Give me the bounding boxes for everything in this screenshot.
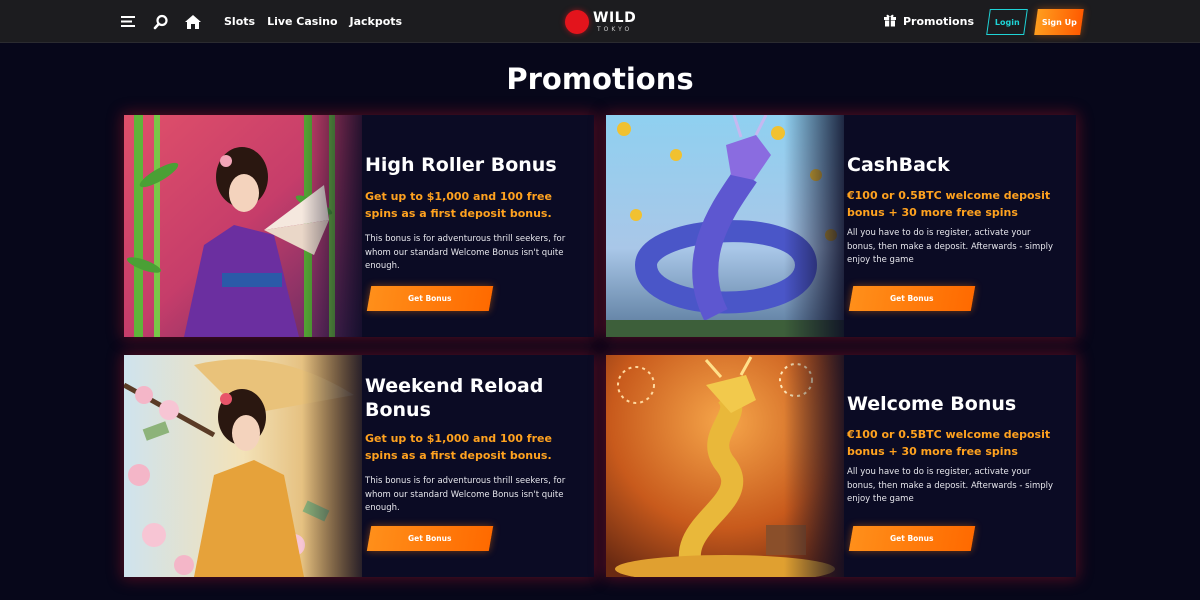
promotion-highlight: Get up to $1,000 and 100 free spins as a…	[365, 190, 552, 220]
cherry-blossom-geisha-artwork	[124, 355, 362, 577]
sign-up-label: Sign Up	[1041, 17, 1077, 26]
promotion-card-weekend-reload: Weekend Reload Bonus Get up to $1,000 an…	[124, 355, 594, 577]
promotion-title: CashBack	[847, 154, 950, 176]
logo-subtitle: TOKYO	[597, 26, 633, 33]
sign-up-button[interactable]: Sign Up	[1034, 8, 1084, 35]
golden-dragon-artwork	[606, 355, 844, 577]
promotion-card-cashback: CashBack €100 or 0.5BTC welcome deposit …	[606, 115, 1076, 337]
promotions-link[interactable]: Promotions	[883, 12, 974, 31]
top-navigation-bar: Slots Live Casino Jackpots WILD TOKYO Pr…	[0, 0, 1200, 43]
promotions-label: Promotions	[902, 15, 974, 28]
gift-icon	[883, 12, 897, 31]
nav-link-jackpots[interactable]: Jackpots	[350, 15, 403, 28]
get-bonus-button[interactable]: Get Bonus	[848, 526, 976, 551]
promotion-description: All you have to do is register, activate…	[847, 228, 1054, 265]
promotion-description: This bonus is for adventurous thrill see…	[365, 476, 566, 513]
promotion-card-body: Weekend Reload Bonus Get up to $1,000 an…	[365, 355, 587, 577]
get-bonus-label: Get Bonus	[408, 534, 452, 543]
get-bonus-button[interactable]: Get Bonus	[366, 286, 494, 311]
promotion-title: Weekend Reload Bonus	[365, 375, 544, 421]
nav-left-group: Slots Live Casino Jackpots	[118, 0, 404, 43]
page-title: Promotions	[506, 62, 694, 96]
promotion-card-body: High Roller Bonus Get up to $1,000 and 1…	[365, 115, 587, 337]
geisha-fan-artwork	[124, 115, 362, 337]
promotion-highlight: €100 or 0.5BTC welcome deposit bonus + 3…	[847, 428, 1051, 458]
wild-tokyo-logo[interactable]: WILD TOKYO	[565, 8, 636, 36]
logo-red-circle	[565, 10, 589, 34]
get-bonus-label: Get Bonus	[890, 294, 934, 303]
logo-text: WILD TOKYO	[593, 11, 636, 33]
login-button[interactable]: Login	[986, 8, 1028, 35]
nav-link-slots[interactable]: Slots	[224, 15, 255, 28]
promotion-card-high-roller: High Roller Bonus Get up to $1,000 and 1…	[124, 115, 594, 337]
nav-link-live-casino[interactable]: Live Casino	[267, 15, 337, 28]
promotion-highlight: Get up to $1,000 and 100 free spins as a…	[365, 432, 552, 462]
promotion-card-body: Welcome Bonus €100 or 0.5BTC welcome dep…	[847, 355, 1069, 577]
login-label: Login	[994, 17, 1020, 26]
promotion-title: Welcome Bonus	[847, 393, 1017, 415]
get-bonus-label: Get Bonus	[408, 294, 452, 303]
purple-dragon-artwork	[606, 115, 844, 337]
hamburger-menu-icon[interactable]	[118, 11, 140, 33]
search-icon[interactable]	[150, 11, 172, 33]
promotion-card-body: CashBack €100 or 0.5BTC welcome deposit …	[847, 115, 1069, 337]
promotion-highlight: €100 or 0.5BTC welcome deposit bonus + 3…	[847, 189, 1051, 219]
home-icon[interactable]	[182, 11, 204, 33]
get-bonus-button[interactable]: Get Bonus	[366, 526, 494, 551]
logo-wordmark: WILD	[593, 10, 637, 26]
promotion-description: All you have to do is register, activate…	[847, 467, 1054, 504]
promotion-title: High Roller Bonus	[365, 154, 557, 176]
promotion-card-welcome-bonus: Welcome Bonus €100 or 0.5BTC welcome dep…	[606, 355, 1076, 577]
promotion-description: This bonus is for adventurous thrill see…	[365, 234, 566, 271]
get-bonus-label: Get Bonus	[890, 534, 934, 543]
nav-right-group: Promotions Login Sign Up	[883, 0, 1084, 43]
get-bonus-button[interactable]: Get Bonus	[848, 286, 976, 311]
